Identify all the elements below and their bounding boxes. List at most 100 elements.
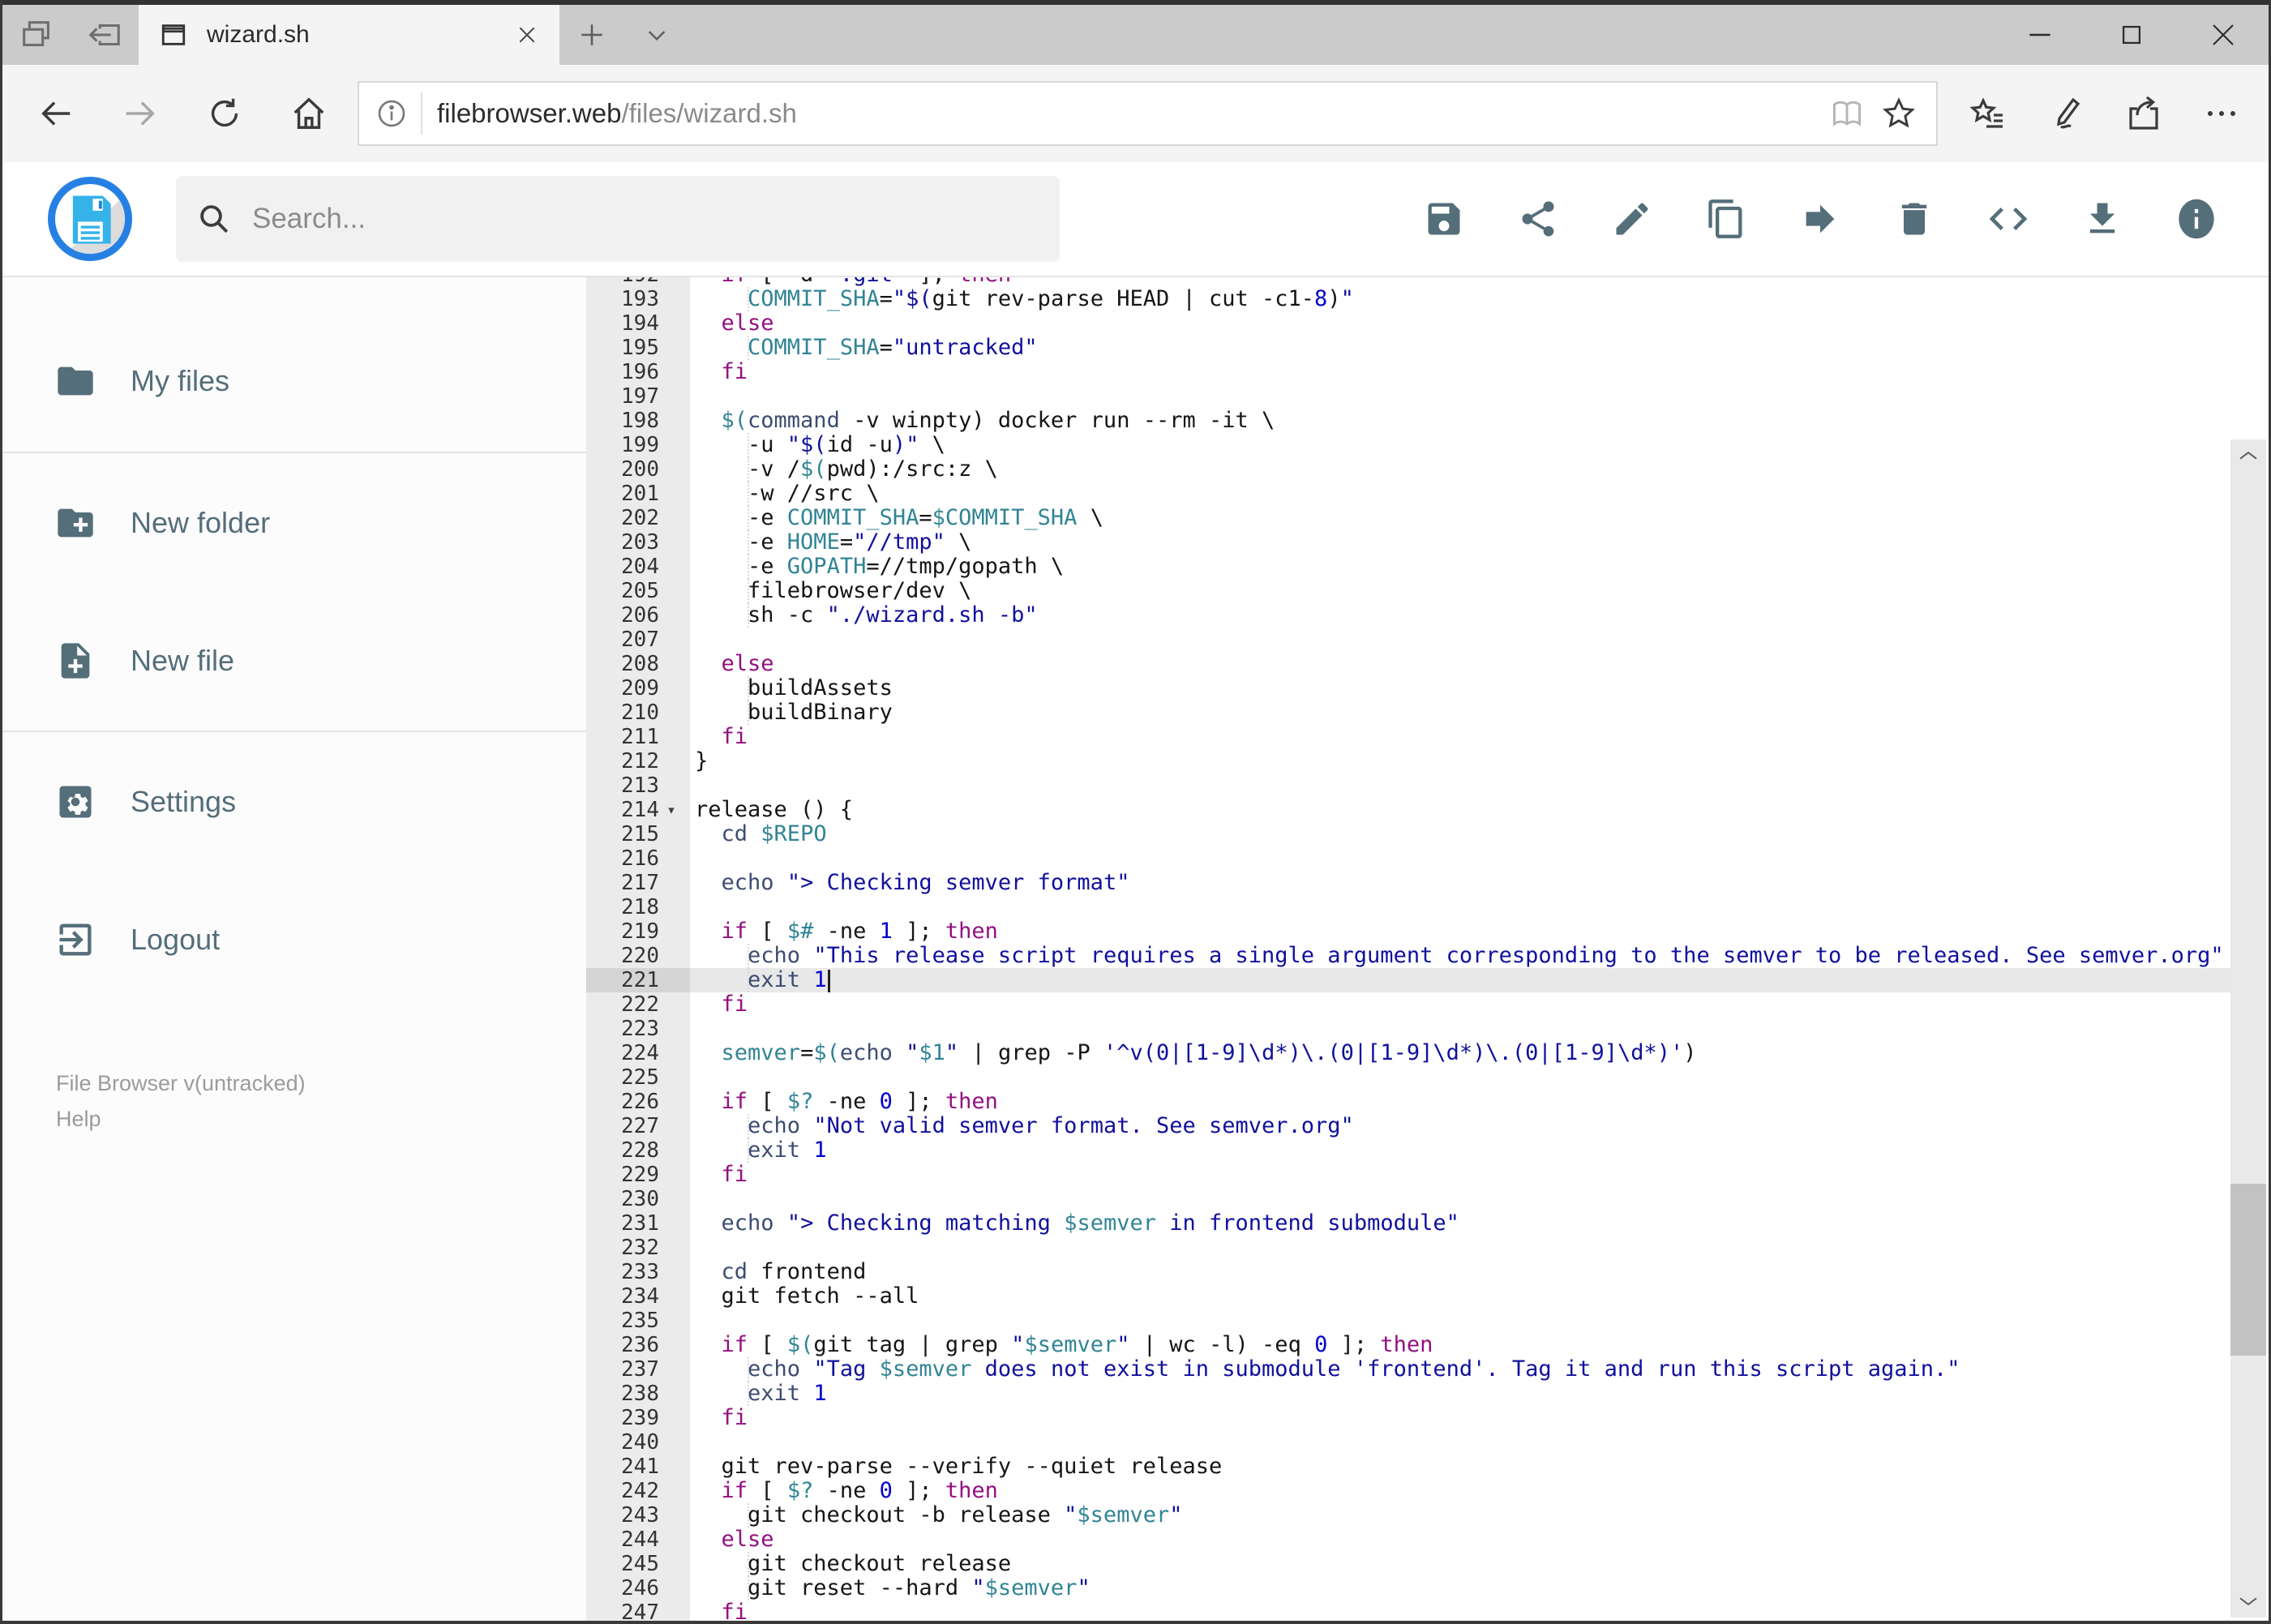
sidebar-item-settings[interactable]: Settings	[2, 767, 586, 837]
code-line[interactable]: git reset --hard "$semver"	[690, 1576, 2233, 1600]
code-line[interactable]: $(command -v winpty) docker run --rm -it…	[690, 409, 2233, 433]
code-line[interactable]: release () {	[690, 798, 2233, 822]
code-line[interactable]: if [ $(git tag | grep "$semver" | wc -l)…	[690, 1333, 2233, 1357]
info-button[interactable]	[2170, 192, 2223, 246]
back-button[interactable]	[14, 75, 98, 152]
code-line[interactable]: exit 1	[690, 1138, 2233, 1163]
search-input[interactable]	[252, 203, 982, 235]
code-line[interactable]: }	[690, 749, 2233, 773]
new-tab-button[interactable]	[559, 5, 624, 65]
sidebar-item-new-file[interactable]: New file	[2, 626, 586, 696]
code-line[interactable]: filebrowser/dev \	[690, 579, 2233, 603]
code-line[interactable]: else	[690, 1528, 2233, 1552]
browser-menu-ellipsis-icon[interactable]	[2183, 75, 2260, 152]
code-line[interactable]	[690, 1017, 2233, 1041]
browser-tab[interactable]: wizard.sh	[139, 5, 559, 65]
code-line[interactable]: else	[690, 311, 2233, 336]
sidebar-item-my-files[interactable]: My files	[2, 346, 586, 416]
code-line[interactable]	[690, 895, 2233, 919]
code-line[interactable]: echo "> Checking semver format"	[690, 871, 2233, 895]
code-line[interactable]	[690, 1430, 2233, 1455]
save-button[interactable]	[1417, 192, 1471, 246]
tab-list-chevron-icon[interactable]	[624, 5, 689, 65]
favorites-hub-icon[interactable]	[1949, 75, 2027, 152]
close-window-button[interactable]	[2177, 5, 2269, 65]
page-scrollbar[interactable]	[2230, 439, 2266, 1618]
refresh-button[interactable]	[182, 75, 267, 152]
code-line[interactable]: echo "> Checking matching $semver in fro…	[690, 1211, 2233, 1236]
code-line[interactable]: cd $REPO	[690, 822, 2233, 846]
code-line[interactable]	[690, 773, 2233, 798]
code-line[interactable]: -w //src \	[690, 482, 2233, 506]
set-tabs-aside-button[interactable]	[71, 5, 139, 65]
code-line[interactable]: fi	[690, 1163, 2233, 1187]
code-line[interactable]	[690, 384, 2233, 409]
code-line[interactable]: echo "This release script requires a sin…	[690, 944, 2233, 968]
tabs-preview-button[interactable]	[2, 5, 71, 65]
scrollbar-down-arrow-icon[interactable]	[2230, 1585, 2266, 1618]
search-box[interactable]	[176, 176, 1060, 262]
code-line[interactable]: git checkout -b release "$semver"	[690, 1503, 2233, 1528]
code-line[interactable]: fi	[690, 360, 2233, 384]
code-line[interactable]: git fetch --all	[690, 1284, 2233, 1309]
home-button[interactable]	[267, 75, 351, 152]
code-line[interactable]: if [ $# -ne 1 ]; then	[690, 919, 2233, 944]
scrollbar-thumb[interactable]	[2230, 1184, 2266, 1356]
code-line[interactable]	[690, 1236, 2233, 1260]
filebrowser-logo[interactable]	[48, 177, 132, 261]
code-line[interactable]: -e GOPATH=//tmp/gopath \	[690, 555, 2233, 579]
reading-view-icon[interactable]	[1821, 96, 1873, 131]
code-line[interactable]	[690, 1065, 2233, 1090]
code-line[interactable]: if [ $? -ne 0 ]; then	[690, 1090, 2233, 1114]
ink-pen-icon[interactable]	[2027, 75, 2105, 152]
code-line[interactable]: fi	[690, 1406, 2233, 1430]
code-line[interactable]: echo "Tag $semver does not exist in subm…	[690, 1357, 2233, 1382]
code-line[interactable]: echo "Not valid semver format. See semve…	[690, 1114, 2233, 1138]
copy-button[interactable]	[1699, 192, 1753, 246]
sidebar-item-new-folder[interactable]: New folder	[2, 488, 586, 558]
forward-button[interactable]	[98, 75, 182, 152]
move-button[interactable]	[1793, 192, 1847, 246]
sidebar-item-logout[interactable]: Logout	[2, 905, 586, 975]
edit-source-code-button[interactable]	[1982, 192, 2035, 246]
editor-code-area[interactable]: if [ -d ".git" ]; then COMMIT_SHA="$(git…	[690, 277, 2233, 1621]
code-line[interactable]: COMMIT_SHA="$(git rev-parse HEAD | cut -…	[690, 287, 2233, 311]
help-link[interactable]: Help	[56, 1101, 586, 1137]
code-line[interactable]	[690, 1187, 2233, 1211]
code-line[interactable]: -v /$(pwd):/src:z \	[690, 457, 2233, 482]
add-favorite-star-icon[interactable]	[1873, 96, 1925, 131]
url-field[interactable]: filebrowser.web/files/wizard.sh	[358, 81, 1938, 146]
tab-close-icon[interactable]	[509, 17, 545, 53]
code-line[interactable]: -e COMMIT_SHA=$COMMIT_SHA \	[690, 506, 2233, 530]
code-line[interactable]	[690, 846, 2233, 871]
scrollbar-up-arrow-icon[interactable]	[2230, 439, 2266, 472]
code-line[interactable]: fi	[690, 725, 2233, 749]
code-line[interactable]: else	[690, 652, 2233, 676]
code-line[interactable]: fi	[690, 1600, 2233, 1622]
code-line[interactable]: buildAssets	[690, 676, 2233, 701]
code-line[interactable]: git checkout release	[690, 1552, 2233, 1576]
code-line[interactable]: cd frontend	[690, 1260, 2233, 1284]
code-line[interactable]: buildBinary	[690, 701, 2233, 725]
fold-toggle-icon[interactable]: ▾	[659, 798, 683, 822]
code-line[interactable]: -u "$(id -u)" \	[690, 433, 2233, 457]
code-line[interactable]	[690, 628, 2233, 652]
code-line[interactable]: sh -c "./wizard.sh -b"	[690, 603, 2233, 628]
code-line[interactable]	[690, 1309, 2233, 1333]
code-line[interactable]: semver=$(echo "$1" | grep -P '^v(0|[1-9]…	[690, 1041, 2233, 1065]
code-line[interactable]: if [ $? -ne 0 ]; then	[690, 1479, 2233, 1503]
code-line[interactable]: exit 1	[690, 1382, 2233, 1406]
delete-button[interactable]	[1888, 192, 1941, 246]
code-line[interactable]: git rev-parse --verify --quiet release	[690, 1455, 2233, 1479]
code-line[interactable]: -e HOME="//tmp" \	[690, 530, 2233, 555]
share-page-icon[interactable]	[2105, 75, 2183, 152]
code-line[interactable]: fi	[690, 992, 2233, 1017]
edit-button[interactable]	[1605, 192, 1659, 246]
code-line[interactable]: exit 1	[690, 968, 2233, 992]
download-button[interactable]	[2076, 192, 2129, 246]
maximize-button[interactable]	[2085, 5, 2177, 65]
code-line[interactable]: COMMIT_SHA="untracked"	[690, 336, 2233, 360]
site-info-icon[interactable]	[371, 97, 413, 130]
minimize-button[interactable]	[1994, 5, 2085, 65]
code-editor[interactable]: 1921931941951961971981992002012022032042…	[586, 277, 2233, 1621]
